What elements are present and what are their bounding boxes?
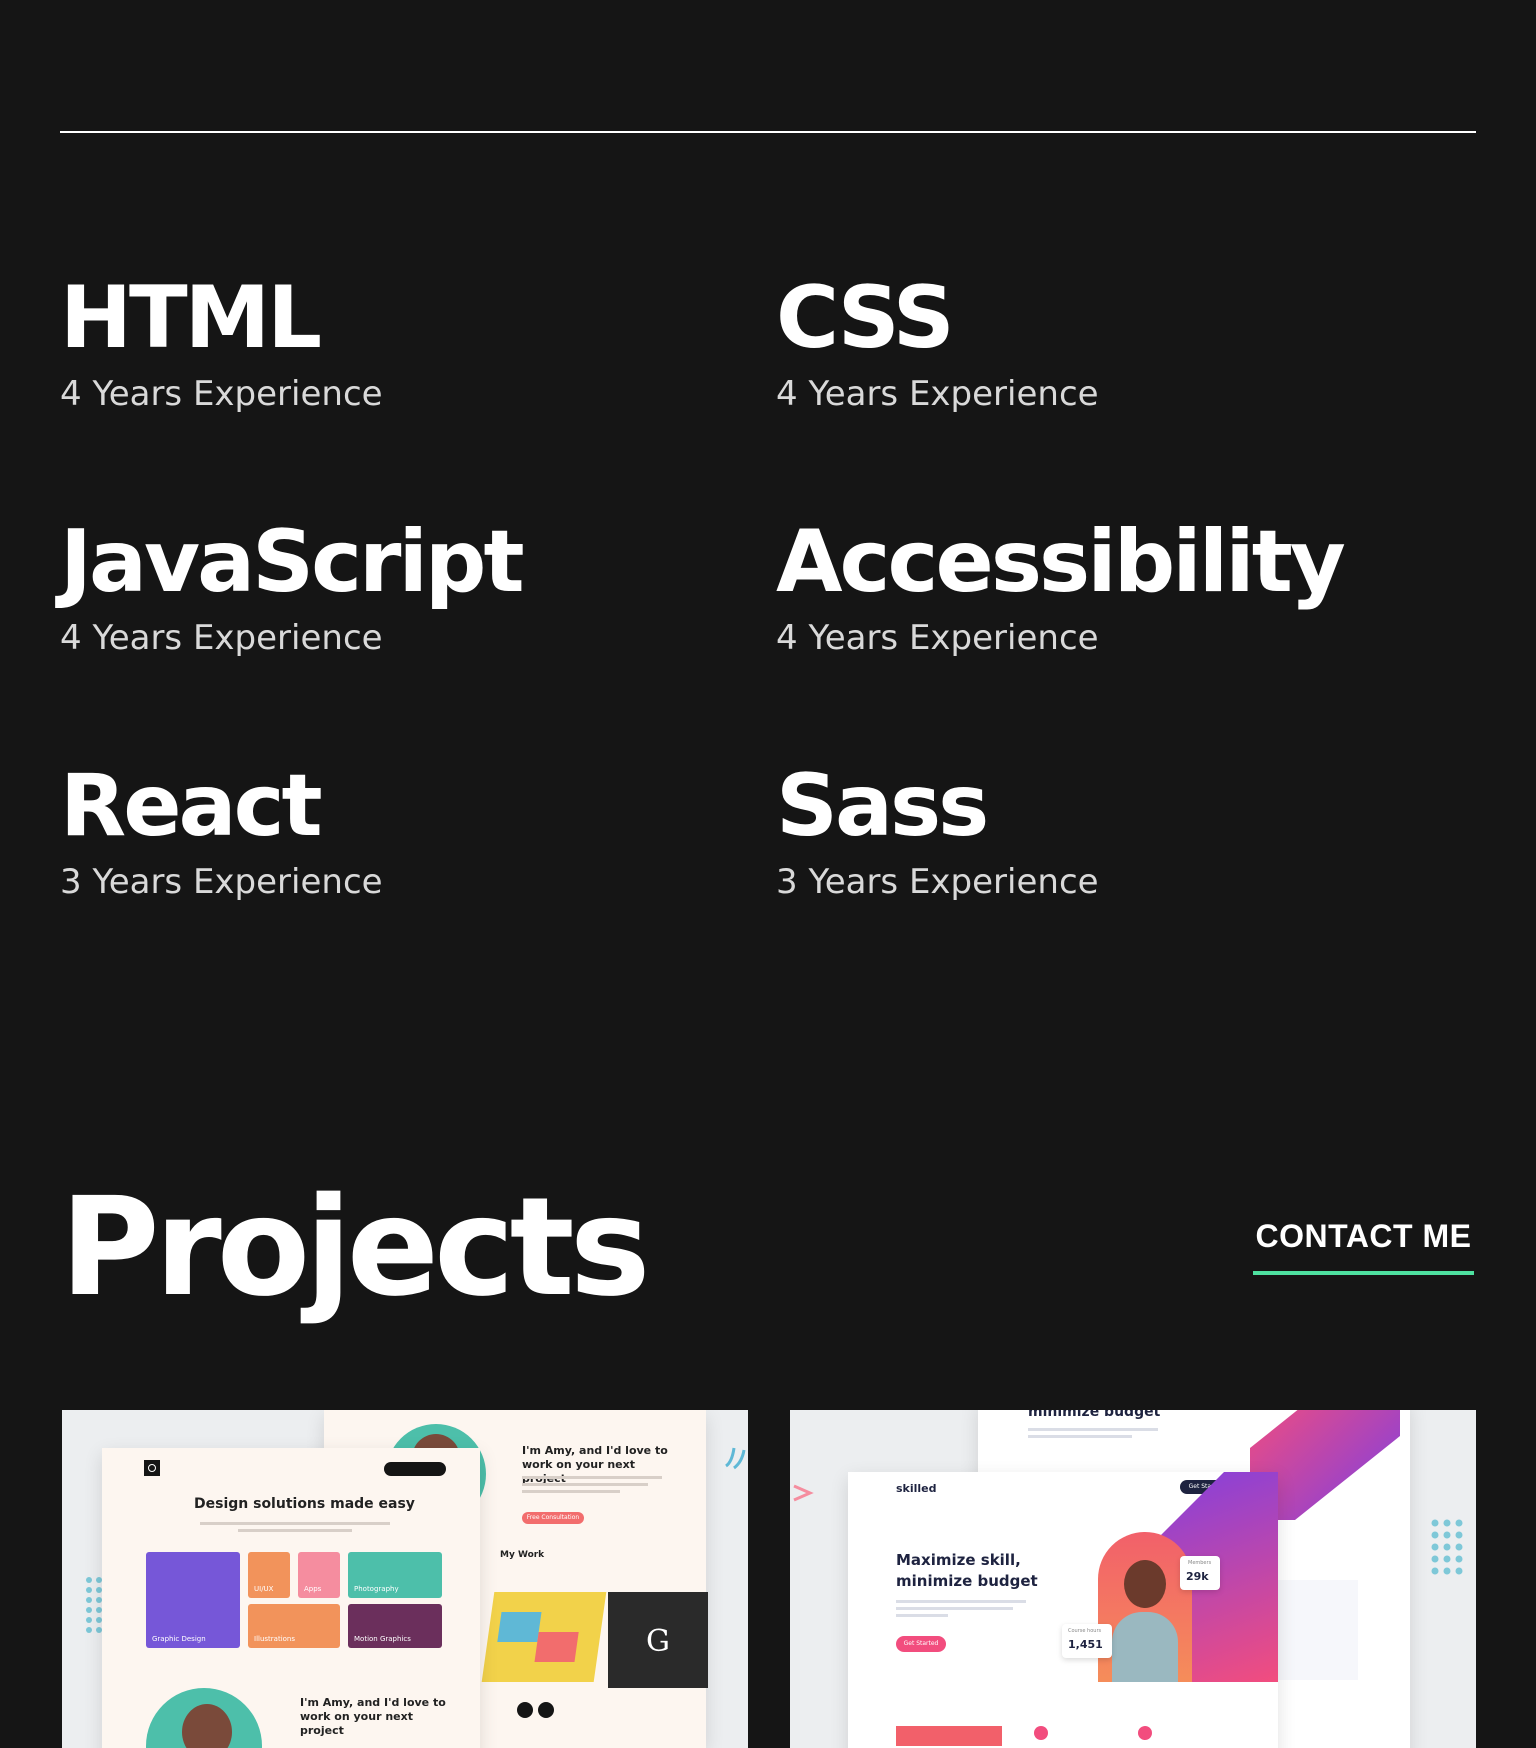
get-started-button: Get Started bbox=[896, 1636, 946, 1652]
hero-photo bbox=[1098, 1532, 1192, 1682]
intro-text: I'm Amy, and I'd love to work on your ne… bbox=[300, 1696, 446, 1737]
skill-name: React bbox=[60, 756, 323, 856]
skill-experience: 4 Years Experience bbox=[60, 374, 383, 414]
skill-accessibility: Accessibility 4 Years Experience bbox=[776, 512, 1476, 658]
brand-logo: skilled bbox=[896, 1482, 937, 1495]
skill-name: JavaScript bbox=[60, 512, 525, 612]
skill-name: CSS bbox=[776, 268, 955, 368]
work-thumbnail: G bbox=[608, 1592, 708, 1688]
divider-line bbox=[60, 131, 1476, 133]
skill-experience: 4 Years Experience bbox=[60, 618, 383, 658]
skill-experience: 3 Years Experience bbox=[776, 862, 1099, 902]
decorative-arrow-icon bbox=[793, 1484, 814, 1502]
skill-react: React 3 Years Experience bbox=[60, 756, 760, 902]
skill-sass: Sass 3 Years Experience bbox=[776, 756, 1476, 902]
decorative-swoosh-icon bbox=[725, 1447, 746, 1470]
my-work-heading: My Work bbox=[500, 1550, 545, 1560]
skill-experience: 3 Years Experience bbox=[60, 862, 383, 902]
course-hours-stat-card: Course hours 1,451 bbox=[1062, 1624, 1112, 1658]
projects-heading: Projects bbox=[60, 1169, 651, 1327]
members-stat-card: Members 29k bbox=[1180, 1556, 1220, 1590]
skill-name: Accessibility bbox=[776, 512, 1346, 612]
dot-pattern-icon bbox=[1431, 1519, 1463, 1575]
contact-me-link[interactable]: CONTACT ME bbox=[1253, 1213, 1474, 1275]
skill-experience: 4 Years Experience bbox=[776, 618, 1099, 658]
work-thumbnail bbox=[481, 1592, 607, 1682]
skill-html: HTML 4 Years Experience bbox=[60, 268, 760, 414]
tile-illustrations: Illustrations bbox=[248, 1604, 340, 1648]
skill-name: Sass bbox=[776, 756, 989, 856]
project-card-thumbnail[interactable]: minimize budget skilled Get Started Maxi… bbox=[790, 1410, 1476, 1748]
avatar bbox=[146, 1688, 262, 1748]
skill-name: HTML bbox=[60, 268, 322, 368]
tile-ui-ux: UI/UX bbox=[248, 1552, 290, 1598]
mockup-front-page: Design solutions made easy Graphic Desig… bbox=[102, 1448, 480, 1748]
logo-icon bbox=[144, 1460, 160, 1476]
tile-apps: Apps bbox=[298, 1552, 340, 1598]
project-card-thumbnail[interactable]: I'm Amy, and I'd love to work on your ne… bbox=[62, 1410, 748, 1748]
tile-motion-graphics: Motion Graphics bbox=[348, 1604, 442, 1648]
prev-arrow-icon bbox=[517, 1702, 533, 1718]
skill-css: CSS 4 Years Experience bbox=[776, 268, 1476, 414]
next-arrow-icon bbox=[538, 1702, 554, 1718]
tile-photography: Photography bbox=[348, 1552, 442, 1598]
hero-headline: Maximize skill, minimize budget bbox=[896, 1551, 1038, 1590]
cta-label: Free Consultation bbox=[526, 1514, 580, 1521]
hero-headline: Design solutions made easy bbox=[194, 1496, 415, 1512]
skill-experience: 4 Years Experience bbox=[776, 374, 1099, 414]
skill-javascript: JavaScript 4 Years Experience bbox=[60, 512, 760, 658]
back-headline: minimize budget bbox=[1028, 1410, 1161, 1420]
mockup-front-page: skilled Get Started Maximize skill, mini… bbox=[848, 1472, 1278, 1748]
tile-graphic-design: Graphic Design bbox=[146, 1552, 240, 1648]
